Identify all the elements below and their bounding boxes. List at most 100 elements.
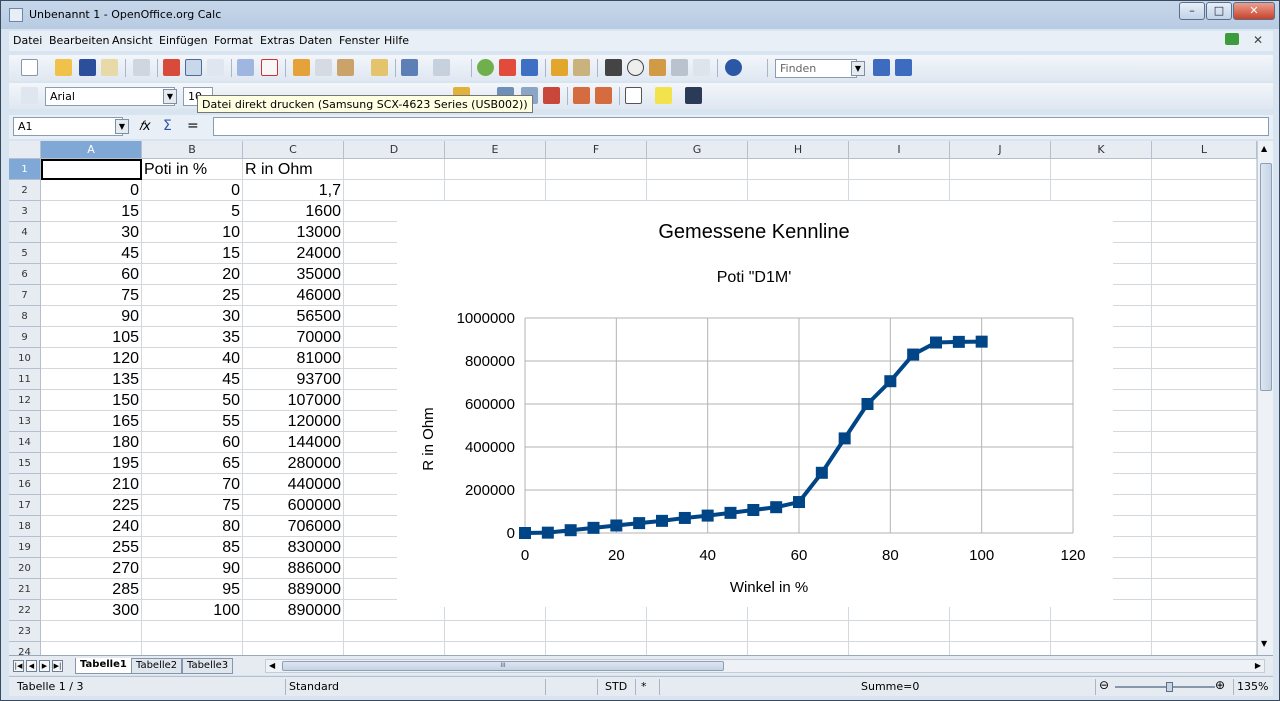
row-header[interactable]: 13 [9,411,41,432]
grid-cell[interactable]: 70000 [243,327,344,348]
grid-cell[interactable] [1051,621,1152,642]
row-header[interactable]: 16 [9,474,41,495]
grid-cell[interactable] [41,621,142,642]
find-replace-icon[interactable] [605,59,622,76]
menu-ansicht[interactable]: Ansicht [112,34,153,47]
grid-cell[interactable] [1152,432,1257,453]
grid-cell[interactable] [950,159,1051,180]
grid-cell[interactable] [748,621,849,642]
borders-icon[interactable] [625,87,642,104]
column-header[interactable]: D [344,141,445,159]
menu-format[interactable]: Format [214,34,253,47]
row-header[interactable]: 21 [9,579,41,600]
undo-icon[interactable] [401,59,418,76]
grid-cell[interactable] [1152,243,1257,264]
grid-cell[interactable]: 105 [41,327,142,348]
row-header[interactable]: 24 [9,642,41,655]
copy-icon[interactable] [315,59,332,76]
column-header[interactable]: A [41,141,142,159]
decrease-indent-icon[interactable] [573,87,590,104]
grid-cell[interactable] [849,642,950,655]
clone-format-icon[interactable] [371,59,388,76]
grid-cell[interactable]: 0 [142,180,243,201]
email-icon[interactable] [101,59,118,76]
minimize-button[interactable]: – [1179,2,1205,20]
grid-cell[interactable] [1152,558,1257,579]
grid-cell[interactable]: 225 [41,495,142,516]
menu-hilfe[interactable]: Hilfe [384,34,409,47]
grid-cell[interactable]: 75 [142,495,243,516]
grid-cell[interactable] [950,642,1051,655]
prev-sheet-icon[interactable]: ◀ [26,660,37,672]
grid-cell[interactable]: 35000 [243,264,344,285]
column-header[interactable]: I [849,141,950,159]
last-sheet-icon[interactable]: ▶| [52,660,63,672]
increase-indent-icon[interactable] [595,87,612,104]
grid-cell[interactable]: 45 [41,243,142,264]
grid-cell[interactable]: 10 [142,222,243,243]
new-document-icon[interactable] [21,59,38,76]
sheet-tab-tabelle2[interactable]: Tabelle2 [131,658,183,674]
find-previous-icon[interactable] [895,59,912,76]
grid-cell[interactable]: 5 [142,201,243,222]
grid-cell[interactable] [41,159,142,180]
close-button[interactable]: ✕ [1233,2,1275,20]
column-header[interactable]: H [748,141,849,159]
grid-cell[interactable]: 135 [41,369,142,390]
grid-cell[interactable] [1152,642,1257,655]
grid-cell[interactable]: 889000 [243,579,344,600]
grid-cell[interactable] [1152,537,1257,558]
row-header[interactable]: 12 [9,390,41,411]
menu-extras[interactable]: Extras [260,34,295,47]
grid-cell[interactable] [1152,621,1257,642]
column-header[interactable]: G [647,141,748,159]
grid-cell[interactable]: 100 [142,600,243,621]
grid-cell[interactable]: 45 [142,369,243,390]
grid-cell[interactable]: 120 [41,348,142,369]
grid-cell[interactable]: 120000 [243,411,344,432]
grid-cell[interactable] [546,642,647,655]
grid-cell[interactable] [546,159,647,180]
grid-cell[interactable] [1051,159,1152,180]
maximize-button[interactable]: □ [1206,2,1232,20]
font-name-dropdown-icon[interactable]: ▼ [163,89,177,104]
grid-cell[interactable] [1152,348,1257,369]
print-direct-icon[interactable] [185,59,202,76]
grid-cell[interactable] [344,642,445,655]
grid-cell[interactable]: 150 [41,390,142,411]
font-color-icon[interactable] [685,87,702,104]
grid-cell[interactable]: 24000 [243,243,344,264]
next-sheet-icon[interactable]: ▶ [39,660,50,672]
grid-cell[interactable]: 50 [142,390,243,411]
column-header[interactable]: L [1152,141,1257,159]
grid-cell[interactable] [849,159,950,180]
row-header[interactable]: 17 [9,495,41,516]
grid-cell[interactable]: 144000 [243,432,344,453]
grid-cell[interactable] [748,642,849,655]
remove-decimal-icon[interactable] [543,87,560,104]
scroll-down-icon[interactable]: ▼ [1261,639,1267,648]
grid-cell[interactable] [1152,453,1257,474]
find-input[interactable]: Finden [775,59,857,78]
help-icon[interactable] [725,59,742,76]
scroll-right-icon[interactable]: ▶ [1255,661,1261,670]
menu-datei[interactable]: Datei [13,34,42,47]
font-name-field[interactable]: Arial [45,87,175,106]
column-header[interactable]: B [142,141,243,159]
menu-einfuegen[interactable]: Einfügen [159,34,208,47]
grid-cell[interactable]: 285 [41,579,142,600]
horizontal-scrollbar[interactable]: ◀ III ▶ [265,659,1265,673]
grid-cell[interactable] [950,621,1051,642]
grid-cell[interactable] [1152,579,1257,600]
row-header[interactable]: 6 [9,264,41,285]
zoom-level[interactable]: 135% [1237,680,1268,693]
edit-file-icon[interactable] [133,59,150,76]
grid-cell[interactable] [1152,390,1257,411]
vertical-scrollbar[interactable]: ▲ ▼ [1257,141,1273,655]
zoom-slider-handle[interactable] [1166,682,1173,692]
grid-cell[interactable]: 165 [41,411,142,432]
grid-cell[interactable]: 107000 [243,390,344,411]
show-draw-icon[interactable] [573,59,590,76]
grid-cell[interactable]: 0 [41,180,142,201]
column-header[interactable]: C [243,141,344,159]
